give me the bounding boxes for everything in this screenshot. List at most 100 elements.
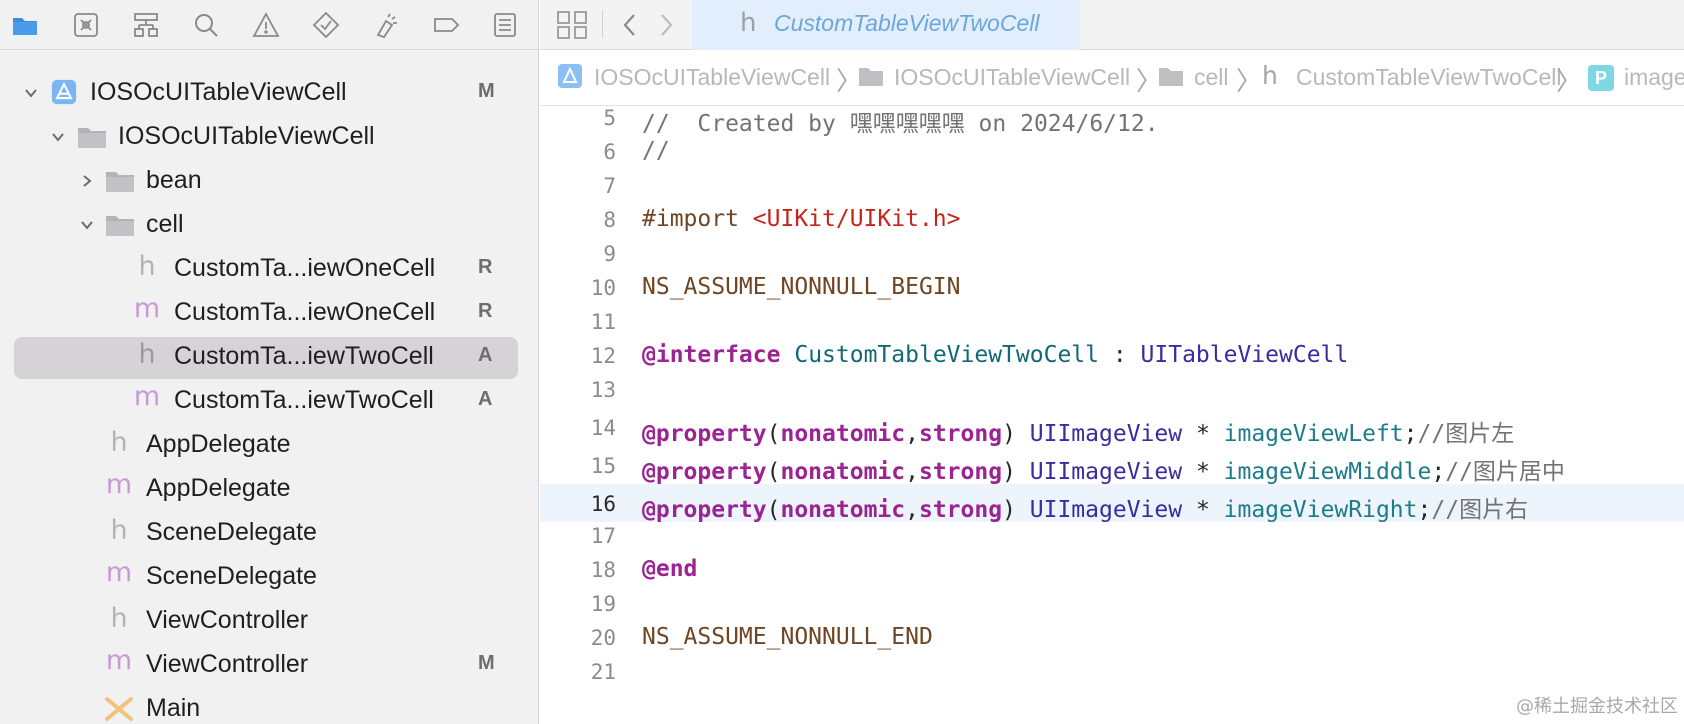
- jump-bar: IOSOcUITableViewCell 〉 IOSOcUITableViewC…: [540, 51, 1684, 106]
- tree-row-bean[interactable]: bean: [0, 160, 538, 200]
- line-number[interactable]: 6: [540, 140, 616, 164]
- jumpbar-item[interactable]: CustomTableViewTwoCell: [1296, 64, 1561, 91]
- code-line[interactable]: 7: [540, 166, 1684, 204]
- jumpbar-item[interactable]: IOSOcUITableViewCell: [894, 64, 1130, 91]
- chevron-right-icon[interactable]: [78, 172, 96, 190]
- line-number[interactable]: 14: [540, 416, 616, 440]
- code-text: NS_ASSUME_NONNULL_BEGIN: [642, 274, 961, 300]
- tree-row-file[interactable]: h AppDelegate: [0, 424, 538, 464]
- line-number[interactable]: 17: [540, 524, 616, 548]
- code-line[interactable]: 20 NS_ASSUME_NONNULL_END: [540, 618, 1684, 656]
- scm-badge: R: [478, 300, 493, 322]
- report-icon[interactable]: [490, 10, 520, 40]
- line-number[interactable]: 10: [540, 276, 616, 300]
- code-line[interactable]: 8 #import <UIKit/UIKit.h>: [540, 200, 1684, 238]
- search-icon[interactable]: [191, 10, 221, 40]
- folder-icon[interactable]: [10, 10, 40, 40]
- back-arrow-icon[interactable]: [618, 12, 642, 38]
- source-control-icon[interactable]: [71, 10, 101, 40]
- implementation-file-icon: m: [105, 557, 133, 588]
- line-number[interactable]: 5: [540, 106, 616, 130]
- code-line[interactable]: 15 @property(nonatomic,strong) UIImageVie…: [540, 446, 1684, 485]
- code-token: ,: [905, 421, 919, 447]
- debug-icon[interactable]: [371, 10, 401, 40]
- code-line[interactable]: 12 @interface CustomTableViewTwoCell : UI…: [540, 336, 1684, 374]
- line-number[interactable]: 20: [540, 626, 616, 650]
- tree-row-file[interactable]: h CustomTa...iewOneCell R: [0, 248, 538, 288]
- tree-row-file[interactable]: m AppDelegate: [0, 468, 538, 508]
- watermark: @稀土掘金技术社区: [1516, 696, 1678, 717]
- code-line[interactable]: 14 @property(nonatomic,strong) UIImageVie…: [540, 408, 1684, 447]
- jumpbar-item[interactable]: IOSOcUITableViewCell: [594, 64, 830, 91]
- breakpoint-icon[interactable]: [431, 10, 461, 40]
- tab-custom-table-view-two-cell[interactable]: h CustomTableViewTwoCell: [692, 0, 1080, 50]
- code-line[interactable]: 10 NS_ASSUME_NONNULL_BEGIN: [540, 268, 1684, 306]
- line-number[interactable]: 13: [540, 378, 616, 402]
- line-number[interactable]: 19: [540, 592, 616, 616]
- tree-row-label: SceneDelegate: [146, 562, 317, 590]
- code-token: imageViewMiddle: [1223, 459, 1432, 485]
- code-line[interactable]: 18 @end: [540, 550, 1684, 588]
- tree-row-file[interactable]: h ViewController: [0, 600, 538, 640]
- tree-row-file[interactable]: m CustomTa...iewTwoCell A: [0, 380, 538, 420]
- code-line[interactable]: 19: [540, 584, 1684, 622]
- symbol-icon[interactable]: [131, 10, 161, 40]
- chevron-down-icon[interactable]: [78, 216, 96, 234]
- code-token: ,: [905, 459, 919, 485]
- code-line[interactable]: 11: [540, 302, 1684, 340]
- folder-icon: [105, 210, 135, 240]
- code-line[interactable]: 21: [540, 652, 1684, 690]
- forward-arrow-icon[interactable]: [654, 12, 678, 38]
- jumpbar-item[interactable]: cell: [1194, 64, 1229, 91]
- code-area[interactable]: 5// Created by 嘿嘿嘿嘿嘿 on 2024/6/12. 6//7 8 #…: [540, 106, 1684, 724]
- code-token: nonatomic: [780, 459, 906, 485]
- tree-row-label: CustomTa...iewTwoCell: [174, 386, 434, 414]
- code-token: //图片居中: [1445, 459, 1565, 485]
- line-number[interactable]: 8: [540, 208, 616, 232]
- tree-row-project[interactable]: IOSOcUITableViewCell M: [0, 72, 538, 112]
- scm-badge: M: [478, 652, 495, 674]
- tree-row-file[interactable]: Main: [0, 688, 538, 724]
- code-text: #import <UIKit/UIKit.h>: [642, 206, 961, 232]
- code-token: nonatomic: [780, 421, 906, 447]
- line-number[interactable]: 16: [540, 492, 616, 516]
- related-items-icon[interactable]: [556, 10, 588, 40]
- code-line[interactable]: 9: [540, 234, 1684, 272]
- warning-icon[interactable]: [251, 10, 281, 40]
- tree-row-file[interactable]: m SceneDelegate: [0, 556, 538, 596]
- code-text: NS_ASSUME_NONNULL_END: [642, 624, 933, 650]
- project-navigator: IOSOcUITableViewCell M IOSOcUITableViewC…: [0, 0, 539, 724]
- code-line[interactable]: 13: [540, 370, 1684, 408]
- code-text: @interface CustomTableViewTwoCell : UITa…: [642, 342, 1348, 368]
- code-line[interactable]: 6 //: [540, 132, 1684, 170]
- line-number[interactable]: 12: [540, 344, 616, 368]
- tree-row-file[interactable]: m ViewController M: [0, 644, 538, 684]
- header-file-icon: h: [110, 515, 128, 546]
- tree-row-label: AppDelegate: [146, 474, 291, 502]
- tree-row-cell[interactable]: cell: [0, 204, 538, 244]
- scm-badge: M: [478, 80, 495, 102]
- code-token: :: [1098, 342, 1141, 368]
- code-line[interactable]: 17: [540, 516, 1684, 554]
- tree-row-label: Main: [146, 694, 201, 722]
- tree-row-file[interactable]: h SceneDelegate: [0, 512, 538, 552]
- code-token: //图片左: [1417, 421, 1515, 447]
- tree-row-group[interactable]: IOSOcUITableViewCell: [0, 116, 538, 156]
- line-number[interactable]: 21: [540, 660, 616, 684]
- property-icon: P: [1588, 65, 1614, 91]
- tree-row-file-selected[interactable]: h CustomTa...iewTwoCell A: [0, 336, 538, 379]
- code-token: //: [642, 138, 670, 164]
- line-number[interactable]: 18: [540, 558, 616, 582]
- line-number[interactable]: 11: [540, 310, 616, 334]
- line-number[interactable]: 15: [540, 454, 616, 478]
- chevron-down-icon[interactable]: [49, 128, 67, 146]
- jumpbar-item[interactable]: image: [1624, 64, 1684, 91]
- line-number[interactable]: 9: [540, 242, 616, 266]
- storyboard-icon: [104, 694, 134, 724]
- tree-row-file[interactable]: m CustomTa...iewOneCell R: [0, 292, 538, 332]
- line-number[interactable]: 7: [540, 174, 616, 198]
- project-icon: [558, 64, 582, 88]
- test-icon[interactable]: [311, 10, 341, 40]
- chevron-down-icon[interactable]: [22, 84, 40, 102]
